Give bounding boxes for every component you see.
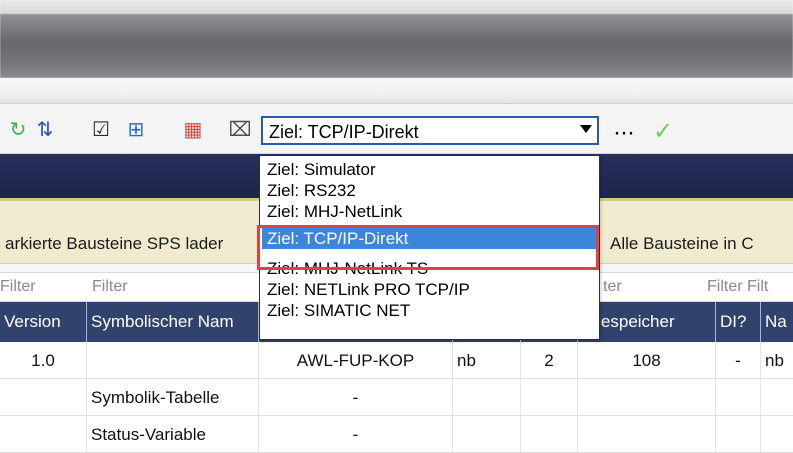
more-button[interactable]: ··· <box>613 119 635 147</box>
column-header-na[interactable]: Na <box>761 302 793 342</box>
refresh-green-icon[interactable]: ↻ <box>4 116 32 144</box>
app-window: ↻ ⇅ ☑ ⊞ ▦ ⌧ Ziel: TCP/IP-Direkt ··· ✓ ar… <box>0 0 793 453</box>
language-cell[interactable]: - <box>259 416 453 453</box>
load-memory-cell[interactable] <box>578 416 716 453</box>
column-header-symbolic-name[interactable]: Symbolischer Nam <box>87 302 259 342</box>
language-cell[interactable]: AWL-FUP-KOP <box>259 342 453 379</box>
status-cell[interactable] <box>453 379 521 416</box>
confirm-icon[interactable]: ✓ <box>653 117 673 146</box>
di-cell[interactable] <box>716 379 761 416</box>
column-header-version[interactable]: Version <box>0 302 87 342</box>
version-cell[interactable]: 1.0 <box>0 342 87 379</box>
version-cell[interactable] <box>0 416 87 453</box>
di-cell[interactable] <box>716 416 761 453</box>
dropdown-option-mhj-netlink-ts[interactable]: Ziel: MHJ-NetLink TS <box>262 258 597 279</box>
symbolic-name-cell[interactable]: Status-Variable <box>87 416 259 453</box>
target-dropdown-list[interactable]: Ziel: Simulator Ziel: RS232 Ziel: MHJ-Ne… <box>259 155 600 340</box>
data-grid: 1.0 AWL-FUP-KOP nb 2 108 - nb Symbolik-T… <box>0 342 793 453</box>
dropdown-option-mhj-netlink[interactable]: Ziel: MHJ-NetLink <box>262 201 597 222</box>
chart-icon[interactable]: ▦ <box>179 116 207 144</box>
dropdown-option-simulator[interactable]: Ziel: Simulator <box>262 159 597 180</box>
symbolic-name-cell[interactable] <box>87 342 259 379</box>
filter-label-1[interactable]: Filter <box>0 278 36 296</box>
plus-square-icon[interactable]: ⊞ <box>122 116 150 144</box>
target-select[interactable]: Ziel: TCP/IP-Direkt <box>261 116 599 145</box>
blurred-title-area <box>0 0 793 78</box>
version-cell[interactable] <box>0 379 87 416</box>
count-cell[interactable] <box>521 416 578 453</box>
filter-label-2[interactable]: Filter <box>92 278 128 296</box>
target-select-value: Ziel: TCP/IP-Direkt <box>269 122 419 142</box>
filter-label-4[interactable]: Filter Filt <box>707 278 768 296</box>
language-cell[interactable]: - <box>259 379 453 416</box>
load-memory-cell[interactable] <box>578 379 716 416</box>
count-cell[interactable] <box>521 379 578 416</box>
table-row[interactable]: 1.0 AWL-FUP-KOP nb 2 108 - nb <box>0 342 793 379</box>
status-cell[interactable]: nb <box>453 342 521 379</box>
na-cell[interactable]: nb <box>761 342 793 379</box>
dropdown-option-tcpip-direct[interactable]: Ziel: TCP/IP-Direkt <box>262 228 597 249</box>
table-row[interactable]: Symbolik-Tabelle - <box>0 379 793 416</box>
symbolic-name-cell[interactable]: Symbolik-Tabelle <box>87 379 259 416</box>
title-band <box>0 14 793 66</box>
dropdown-option-rs232[interactable]: Ziel: RS232 <box>262 180 597 201</box>
table-row[interactable]: Status-Variable - <box>0 416 793 453</box>
menubar <box>0 78 793 104</box>
column-header-di[interactable]: DI? <box>716 302 761 342</box>
chevron-down-icon[interactable] <box>580 125 592 133</box>
na-cell[interactable] <box>761 379 793 416</box>
status-cell[interactable] <box>453 416 521 453</box>
di-cell[interactable]: - <box>716 342 761 379</box>
filter-label-3[interactable]: ter <box>603 278 622 296</box>
dropdown-option-netlink-pro[interactable]: Ziel: NETLink PRO TCP/IP <box>262 279 597 300</box>
document-icon[interactable]: ⌧ <box>226 116 254 144</box>
dropdown-option-simatic-net[interactable]: Ziel: SIMATIC NET <box>262 300 597 321</box>
checklist-icon[interactable]: ☑ <box>87 116 115 144</box>
load-selected-blocks-text[interactable]: arkierte Bausteine SPS lader <box>5 234 223 254</box>
sort-vertical-icon[interactable]: ⇅ <box>31 116 59 144</box>
na-cell[interactable] <box>761 416 793 453</box>
count-cell[interactable]: 2 <box>521 342 578 379</box>
load-memory-cell[interactable]: 108 <box>578 342 716 379</box>
all-blocks-text[interactable]: Alle Bausteine in C <box>610 234 754 254</box>
